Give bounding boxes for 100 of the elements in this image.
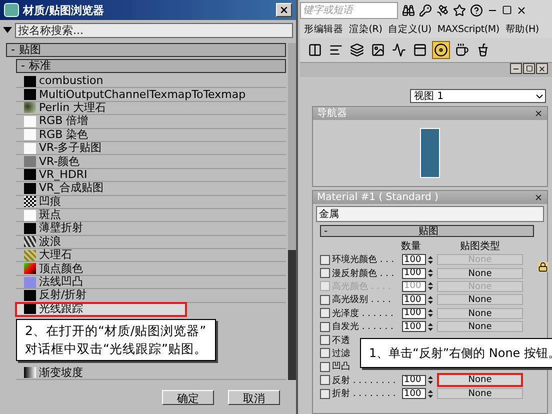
maximize-icon[interactable] — [526, 65, 532, 72]
map-slot-label: 凹凸 — [332, 360, 350, 374]
map-list-item[interactable]: 法线凹凸 — [16, 276, 286, 290]
map-slot-label: 漫反射颜色 . . . — [332, 268, 396, 280]
dropdown-triangle-icon[interactable] — [3, 27, 12, 33]
map-thumbnail — [24, 169, 36, 180]
map-thumbnail — [24, 129, 36, 140]
checkbox[interactable] — [320, 308, 330, 318]
amount-field[interactable]: 100 — [402, 308, 426, 319]
checkbox[interactable] — [320, 362, 330, 372]
map-button[interactable]: None — [437, 388, 523, 400]
column-header: 贴图类型 — [459, 240, 501, 253]
map-list-item[interactable]: VR-多子贴图 — [16, 142, 286, 156]
maximize-button[interactable] — [523, 63, 535, 74]
map-list-item[interactable]: RGB 染色 — [16, 128, 286, 142]
map-list-item[interactable]: VR-颜色 — [16, 155, 286, 169]
spinner-icon[interactable] — [428, 308, 433, 318]
map-list-item[interactable]: 波浪 — [16, 236, 286, 250]
map-slot-label: 环境光颜色 . . . — [332, 254, 396, 266]
map-list-item[interactable]: 顶点颜色 — [16, 262, 286, 276]
spinner-icon[interactable] — [428, 375, 433, 386]
scrollbar[interactable] — [288, 43, 296, 380]
map-button[interactable]: None — [437, 373, 523, 388]
menu-item[interactable]: MAXScript(M) — [437, 24, 500, 34]
map-button[interactable]: None — [437, 294, 523, 306]
map-button[interactable]: None — [437, 308, 523, 319]
column-header: 数量 — [400, 240, 422, 253]
menu-item[interactable]: 帮助(H) — [505, 22, 539, 36]
checkbox[interactable] — [320, 348, 330, 358]
checkbox[interactable] — [320, 375, 330, 386]
map-slot-label: 折射 . . . . . . . . — [332, 388, 397, 400]
group-header[interactable]: - 标准 — [16, 59, 286, 73]
map-slot-label: 高光级别 . . . . — [332, 294, 392, 306]
rollout-header[interactable]: - 贴图 — [320, 225, 534, 237]
panel-title: 导航器 — [317, 108, 347, 119]
map-thumbnail — [24, 290, 36, 301]
menu-item[interactable]: 自定义(U) — [388, 22, 432, 36]
amount-field[interactable]: 100 — [402, 268, 426, 279]
app-logo-icon — [4, 3, 19, 17]
map-list-item[interactable]: 薄壁折射 — [16, 222, 286, 236]
group-header[interactable]: - 贴图 — [6, 43, 286, 57]
close-icon[interactable] — [516, 4, 527, 16]
map-list-item[interactable]: MultiOutputChannelTexmapToTexmap — [16, 88, 286, 102]
map-list-item[interactable]: RGB 倍增 — [16, 115, 286, 129]
instruction-callout: 2、在打开的“材质/贴图浏览器” 对话框中双击“光线跟踪”贴图。 — [16, 319, 216, 361]
spinner-icon[interactable] — [428, 294, 433, 305]
checkbox[interactable] — [320, 254, 330, 265]
dialog-button[interactable]: 取消 — [228, 390, 280, 404]
map-thumbnail — [24, 222, 36, 234]
key-icon[interactable] — [419, 4, 432, 16]
checkbox[interactable] — [320, 335, 330, 346]
map-list-item[interactable]: VR_HDRI — [16, 168, 286, 182]
instruction-callout: 1、单击“反射”右侧的 None 按钮。 — [360, 338, 552, 368]
checkbox[interactable] — [320, 388, 330, 399]
map-list-item[interactable]: 斑点 — [16, 208, 286, 222]
star-icon[interactable] — [453, 4, 466, 16]
search-field[interactable]: 按名称搜索... — [15, 22, 293, 38]
close-icon[interactable] — [534, 109, 543, 118]
spinner-icon[interactable] — [428, 281, 433, 292]
map-thumbnail — [24, 303, 36, 314]
checkbox[interactable] — [320, 268, 330, 278]
map-list-item[interactable]: 大理石 — [16, 249, 286, 262]
checkbox[interactable] — [320, 294, 330, 305]
amount-field[interactable]: 100 — [402, 294, 426, 306]
menu-item[interactable]: 渲染(R) — [349, 22, 382, 36]
map-thumbnail — [24, 196, 36, 208]
map-list-item[interactable]: 凹痕 — [16, 196, 286, 209]
map-thumbnail — [24, 263, 36, 274]
lock-icon[interactable] — [538, 262, 548, 272]
map-button[interactable]: None — [437, 321, 523, 332]
panel-title: Material #1 ( Standard ) — [317, 192, 438, 203]
spinner-icon[interactable] — [428, 254, 433, 265]
map-thumbnail — [24, 276, 36, 288]
map-list-item[interactable]: 渐变坡度 — [16, 366, 286, 380]
checkbox[interactable] — [320, 322, 330, 332]
binoculars-icon[interactable] — [402, 4, 415, 16]
map-list-item[interactable]: VR_合成贴图 — [16, 182, 286, 196]
material-name-field[interactable]: 金属 — [316, 206, 544, 222]
spinner-icon[interactable] — [428, 388, 433, 399]
map-button[interactable]: None — [437, 268, 523, 279]
view-dropdown[interactable]: 视图 1 — [410, 89, 546, 103]
help-icon[interactable] — [470, 4, 483, 16]
amount-field[interactable]: 100 — [402, 254, 426, 266]
amount-field[interactable]: 100 — [402, 321, 426, 332]
menu-item[interactable]: 形编辑器 — [304, 22, 344, 36]
map-thumbnail — [24, 142, 36, 154]
amount-field[interactable]: 100 — [402, 388, 426, 400]
map-list-item[interactable]: Perlin 大理石 — [16, 102, 286, 116]
search-field[interactable]: 键字或短语 — [300, 2, 398, 18]
spinner-icon[interactable] — [428, 322, 433, 332]
close-icon[interactable] — [534, 193, 543, 202]
amount-field[interactable]: 100 — [402, 374, 426, 386]
close-icon[interactable] — [279, 5, 289, 15]
map-list-item[interactable]: combustion — [16, 75, 286, 88]
view-preview — [420, 128, 440, 178]
maximize-icon[interactable] — [502, 5, 512, 15]
map-slot-label: 反射 . . . . . . . . — [332, 374, 397, 387]
spinner-icon[interactable] — [428, 268, 433, 278]
dialog-button[interactable]: 确定 — [162, 390, 214, 404]
satellite-icon[interactable] — [436, 4, 449, 16]
